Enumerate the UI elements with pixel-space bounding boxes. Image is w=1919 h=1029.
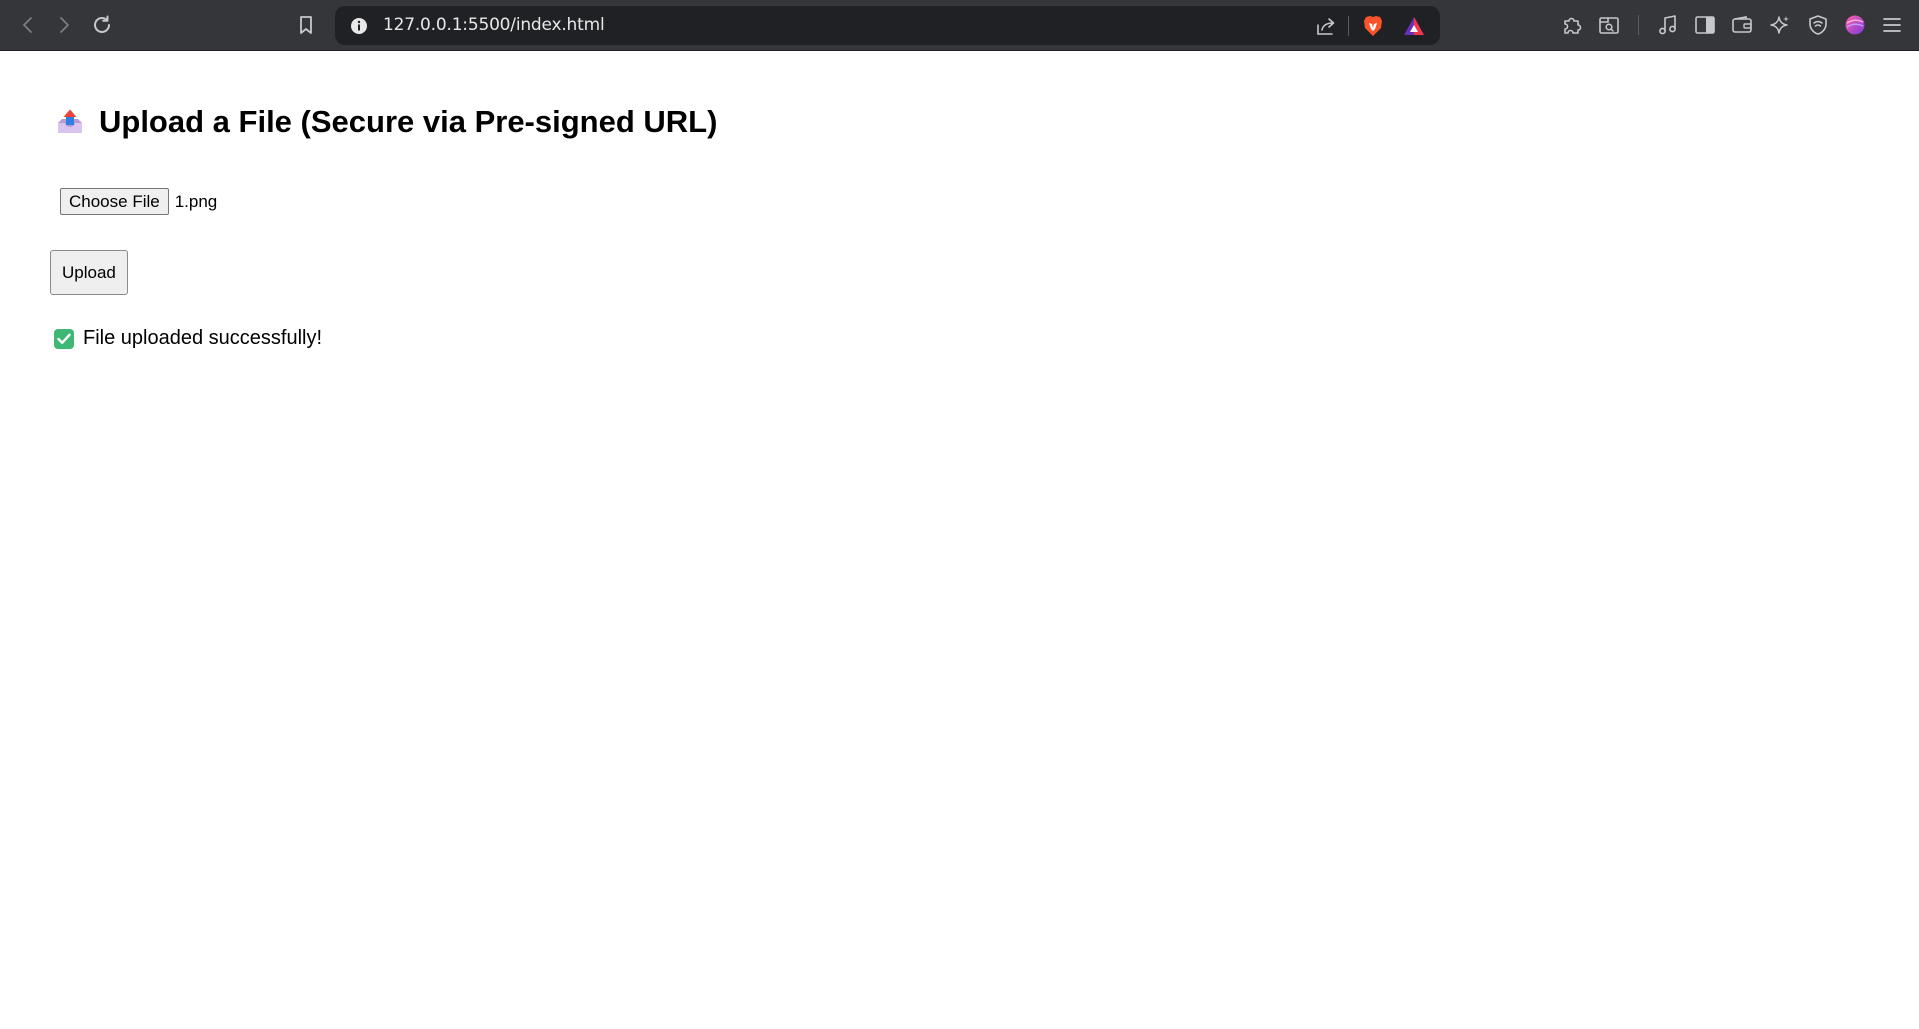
hamburger-icon bbox=[1883, 18, 1901, 32]
site-info-button[interactable] bbox=[345, 12, 373, 40]
selected-file-name: 1.png bbox=[174, 191, 218, 211]
triangle-icon bbox=[1404, 17, 1424, 35]
address-bar[interactable]: 127.0.0.1:5500/index.html bbox=[335, 6, 1440, 45]
page-content: Upload a File (Secure via Pre-signed URL… bbox=[0, 51, 1919, 1029]
forward-button[interactable] bbox=[50, 11, 78, 39]
back-button[interactable] bbox=[14, 11, 42, 39]
music-note-icon bbox=[1659, 15, 1676, 35]
sidebar-button[interactable] bbox=[1691, 11, 1719, 39]
status-text: File uploaded successfully! bbox=[83, 327, 323, 349]
media-button[interactable] bbox=[1654, 11, 1682, 39]
reload-button[interactable] bbox=[88, 11, 116, 39]
sparkle-icon bbox=[1770, 16, 1789, 34]
bookmark-button[interactable] bbox=[292, 11, 320, 39]
avatar bbox=[1845, 15, 1865, 35]
brave-shields-button[interactable] bbox=[1359, 12, 1387, 40]
page-heading: Upload a File (Secure via Pre-signed URL… bbox=[55, 104, 717, 140]
outbox-tray-icon bbox=[58, 109, 82, 133]
puzzle-icon bbox=[1564, 17, 1582, 34]
wallet-button[interactable] bbox=[1728, 11, 1756, 39]
reload-icon bbox=[94, 15, 110, 33]
info-icon bbox=[351, 18, 367, 34]
arrow-right-icon bbox=[60, 17, 69, 33]
vpn-button[interactable] bbox=[1804, 11, 1832, 39]
profile-button[interactable] bbox=[1841, 11, 1869, 39]
choose-file-button[interactable]: Choose File bbox=[60, 188, 169, 215]
file-input[interactable]: Choose File 1.png bbox=[60, 188, 217, 215]
shield-icon bbox=[1809, 15, 1827, 35]
tab-search-icon bbox=[1599, 17, 1619, 34]
share-button[interactable] bbox=[1312, 12, 1340, 40]
wallet-icon bbox=[1732, 16, 1752, 33]
browser-toolbar: 127.0.0.1:5500/index.html bbox=[0, 0, 1919, 51]
share-icon bbox=[1317, 18, 1335, 35]
extensions-button[interactable] bbox=[1558, 11, 1586, 39]
url-text[interactable]: 127.0.0.1:5500/index.html bbox=[383, 6, 605, 45]
upload-button[interactable]: Upload bbox=[50, 250, 128, 295]
main-menu-button[interactable] bbox=[1878, 11, 1906, 39]
leo-button[interactable] bbox=[1766, 11, 1794, 39]
status-message: File uploaded successfully! bbox=[54, 327, 322, 350]
rewards-button[interactable] bbox=[1400, 12, 1428, 40]
divider bbox=[1638, 15, 1639, 35]
check-mark-button-icon bbox=[54, 328, 74, 349]
arrow-left-icon bbox=[23, 17, 32, 33]
bookmark-icon bbox=[300, 16, 312, 34]
sidebar-icon bbox=[1695, 16, 1715, 34]
divider bbox=[1348, 16, 1349, 36]
tab-search-button[interactable] bbox=[1595, 11, 1623, 39]
page-title: Upload a File (Secure via Pre-signed URL… bbox=[99, 104, 718, 139]
brave-lion-icon bbox=[1364, 16, 1382, 36]
